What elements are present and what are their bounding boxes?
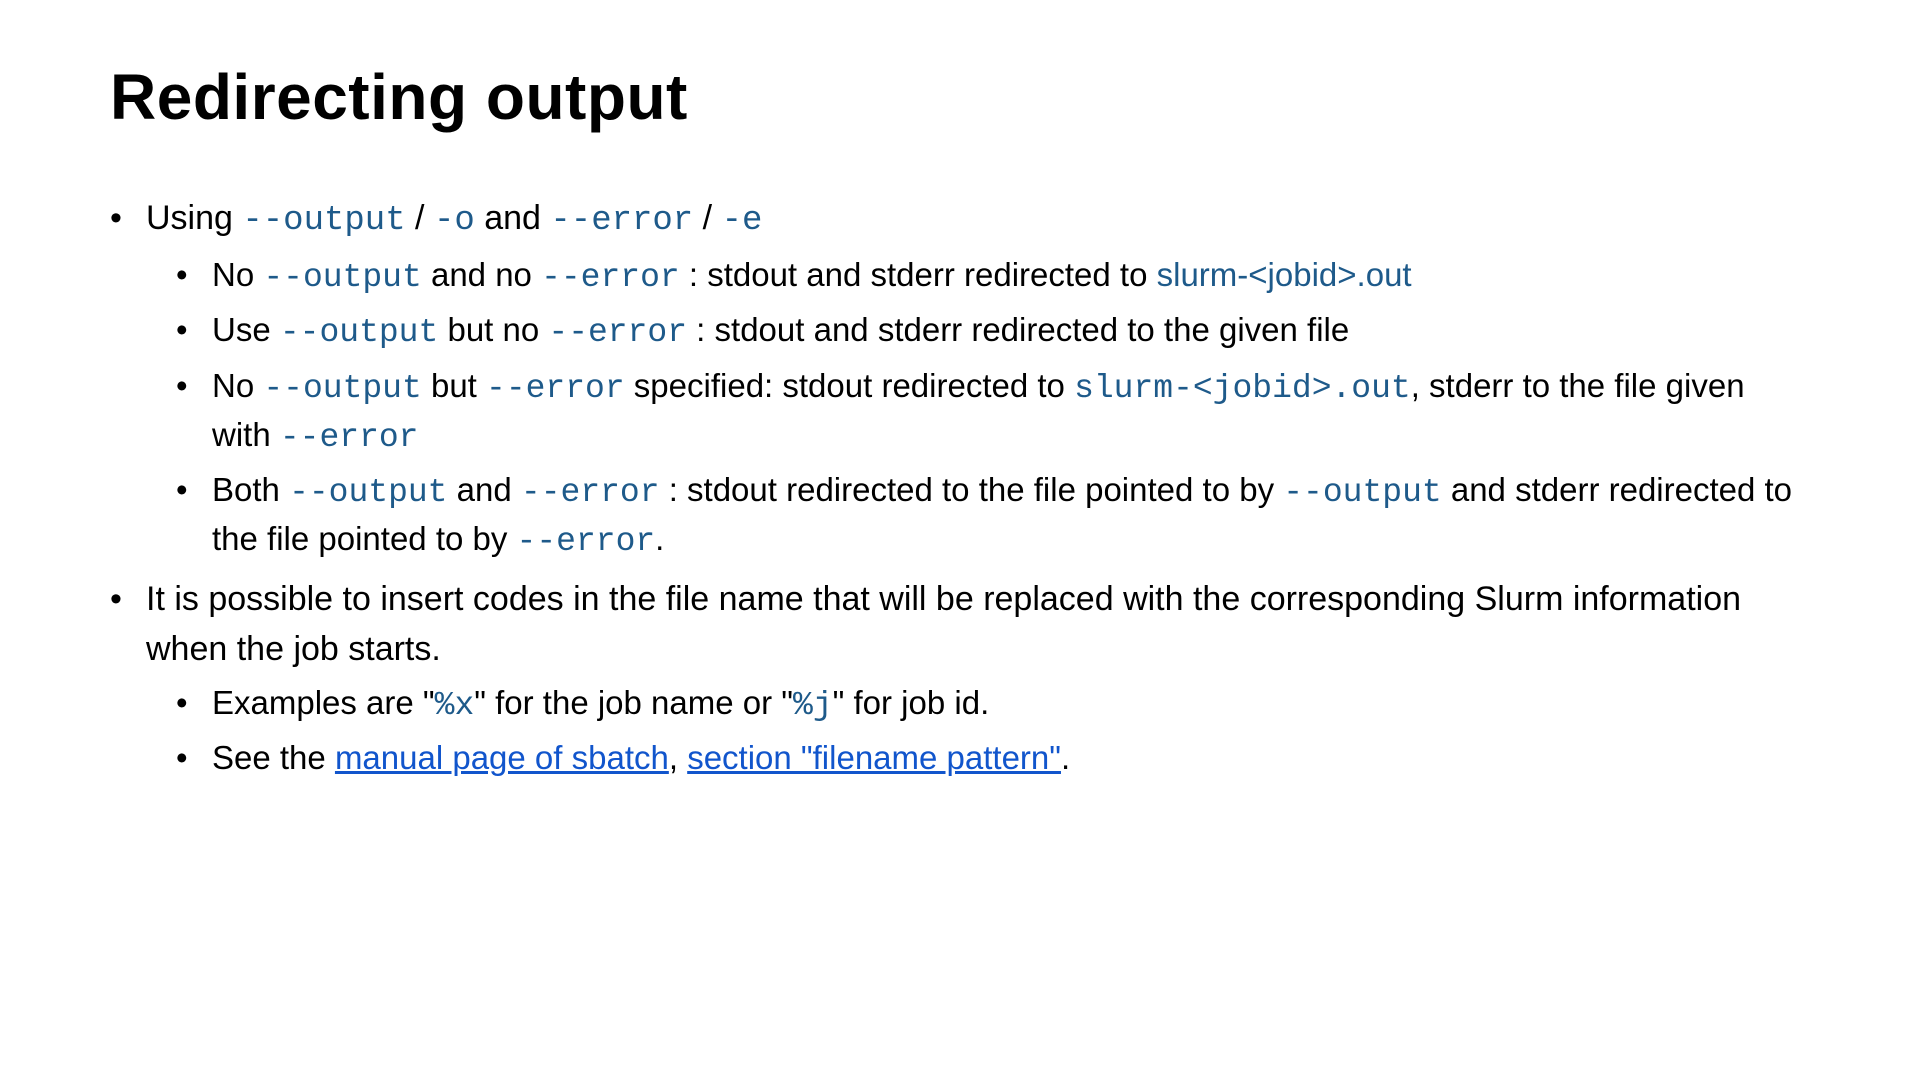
text: Both: [212, 471, 289, 508]
text: " for the job name or ": [474, 684, 793, 721]
subbullet-no-output-with-error: No --output but --error specified: stdou…: [176, 363, 1810, 461]
bullet-using-flags: Using --output / -o and --error / -e No …: [110, 194, 1810, 565]
sublist-codes: Examples are "%x" for the job name or "%…: [176, 680, 1810, 781]
code-output-flag: --output: [242, 202, 405, 240]
code-percent-j: %j: [793, 687, 833, 724]
text: No: [212, 256, 263, 293]
text: It is possible to insert codes in the fi…: [146, 580, 1741, 667]
link-sbatch-manual[interactable]: manual page of sbatch: [335, 739, 669, 776]
bullet-list: Using --output / -o and --error / -e No …: [110, 194, 1810, 781]
slide: Redirecting output Using --output / -o a…: [0, 0, 1920, 1080]
code-output-flag: --output: [263, 259, 421, 296]
sublist-flags-cases: No --output and no --error : stdout and …: [176, 252, 1810, 565]
text: Use: [212, 311, 280, 348]
text: No: [212, 367, 263, 404]
code-error-flag: --error: [548, 314, 687, 351]
text: See the: [212, 739, 335, 776]
text: but no: [438, 311, 548, 348]
code-output-flag: --output: [289, 474, 447, 511]
text: : stdout redirected to the file pointed …: [660, 471, 1284, 508]
text: Using: [146, 199, 242, 237]
text: /: [406, 199, 434, 237]
text: : stdout and stderr redirected to: [680, 256, 1157, 293]
subbullet-see-manual: See the manual page of sbatch, section "…: [176, 735, 1810, 781]
text: " for job id.: [833, 684, 990, 721]
text: specified: stdout redirected to: [625, 367, 1074, 404]
code-error-flag: --error: [486, 370, 625, 407]
text: Examples are ": [212, 684, 435, 721]
subbullet-no-output-no-error: No --output and no --error : stdout and …: [176, 252, 1810, 301]
code-output-flag: --output: [280, 314, 438, 351]
filename-slurm-out: slurm-<jobid>.out: [1074, 370, 1411, 407]
code-output-flag: --output: [1283, 474, 1441, 511]
text: and: [448, 471, 521, 508]
slide-title: Redirecting output: [110, 60, 1810, 134]
text: /: [693, 199, 721, 237]
code-error-flag: --error: [541, 259, 680, 296]
code-o-flag: -o: [434, 202, 475, 240]
subbullet-both-output-error: Both --output and --error : stdout redir…: [176, 467, 1810, 565]
text: .: [655, 520, 664, 557]
text: : stdout and stderr redirected to the gi…: [687, 311, 1349, 348]
bullet-insert-codes: It is possible to insert codes in the fi…: [110, 575, 1810, 781]
code-error-flag: --error: [550, 202, 693, 240]
text: but: [422, 367, 486, 404]
code-output-flag: --output: [263, 370, 421, 407]
text: ,: [669, 739, 687, 776]
text: .: [1061, 739, 1070, 776]
filename-slurm-out: slurm-<jobid>.out: [1157, 256, 1412, 293]
text: and no: [422, 256, 541, 293]
subbullet-examples: Examples are "%x" for the job name or "%…: [176, 680, 1810, 729]
link-filename-pattern-section[interactable]: section "filename pattern": [687, 739, 1061, 776]
code-e-flag: -e: [722, 202, 763, 240]
text: and: [475, 199, 551, 237]
code-error-flag: --error: [280, 419, 419, 456]
code-percent-x: %x: [435, 687, 475, 724]
subbullet-output-no-error: Use --output but no --error : stdout and…: [176, 307, 1810, 356]
code-error-flag: --error: [517, 523, 656, 560]
code-error-flag: --error: [521, 474, 660, 511]
